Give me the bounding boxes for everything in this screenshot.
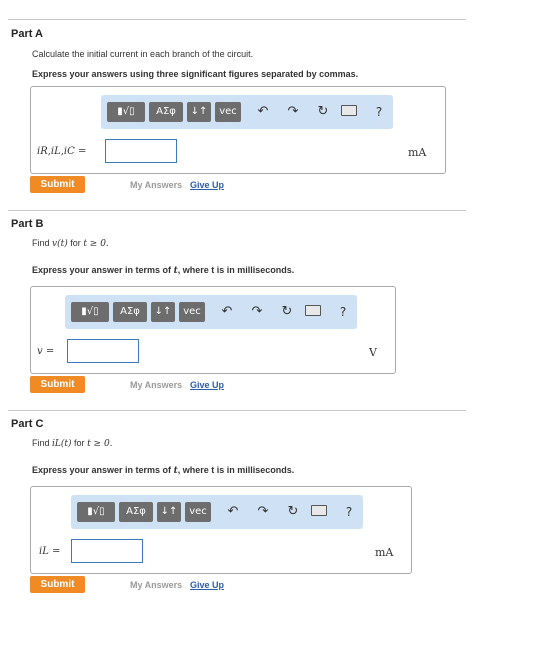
part-c-unit-label: mA bbox=[375, 546, 394, 559]
subscript-superscript-button[interactable]: ↓↑ bbox=[187, 102, 211, 122]
part-b-format-suffix: , where t is in milliseconds. bbox=[177, 265, 295, 275]
part-a-variable-label: iR,iL,iC = bbox=[37, 146, 87, 157]
part-a-give-up-link[interactable]: Give Up bbox=[190, 180, 224, 190]
help-icon[interactable]: ? bbox=[371, 103, 387, 121]
greek-symbols-button[interactable]: ΑΣφ bbox=[119, 502, 153, 522]
part-b-title: Part B bbox=[11, 218, 44, 230]
redo-icon[interactable]: ↷ bbox=[249, 303, 265, 321]
part-b-submit-button[interactable]: Submit bbox=[30, 376, 85, 393]
part-c-format-prefix: Express your answer in terms of bbox=[32, 465, 172, 475]
part-b-unit-label: V bbox=[369, 346, 377, 359]
part-b-answer-box: ▮√▯ ΑΣφ ↓↑ vec ↶ ↷ ↻ ? v = V bbox=[30, 286, 396, 374]
keyboard-icon[interactable] bbox=[341, 103, 357, 121]
undo-icon[interactable]: ↶ bbox=[255, 103, 271, 121]
reset-icon[interactable]: ↻ bbox=[279, 303, 295, 321]
part-c-format-note: Express your answer in terms of t, where… bbox=[32, 465, 294, 476]
keyboard-icon[interactable] bbox=[311, 503, 327, 521]
part-b-format-prefix: Express your answer in terms of bbox=[32, 265, 172, 275]
part-c-title: Part C bbox=[11, 418, 44, 430]
reset-icon[interactable]: ↻ bbox=[315, 103, 331, 121]
part-a-answer-input[interactable] bbox=[105, 139, 177, 163]
redo-icon[interactable]: ↷ bbox=[285, 103, 301, 121]
part-c-answer-input[interactable] bbox=[71, 539, 143, 563]
redo-icon[interactable]: ↷ bbox=[255, 503, 271, 521]
part-c-divider bbox=[8, 410, 466, 411]
fraction-root-button[interactable]: ▮√▯ bbox=[71, 302, 109, 322]
part-a-format-note: Express your answers using three signifi… bbox=[32, 69, 359, 79]
part-c-math-toolbar: ▮√▯ ΑΣφ ↓↑ vec ↶ ↷ ↻ ? bbox=[71, 495, 363, 529]
fraction-root-button[interactable]: ▮√▯ bbox=[107, 102, 145, 122]
part-c-instruction-condition: t ≥ 0. bbox=[87, 439, 113, 449]
part-b-instruction-expr: v(t) bbox=[52, 239, 68, 249]
part-b-format-note: Express your answer in terms of t, where… bbox=[32, 265, 294, 276]
part-b-instruction-condition: t ≥ 0. bbox=[83, 239, 109, 249]
part-b-instruction: Find v(t) for t ≥ 0. bbox=[32, 238, 109, 249]
part-b-answer-input[interactable] bbox=[67, 339, 139, 363]
greek-symbols-button[interactable]: ΑΣφ bbox=[113, 302, 147, 322]
part-c-instruction-for: for bbox=[74, 438, 85, 448]
subscript-superscript-button[interactable]: ↓↑ bbox=[151, 302, 175, 322]
subscript-superscript-button[interactable]: ↓↑ bbox=[157, 502, 181, 522]
part-a-math-toolbar: ▮√▯ ΑΣφ ↓↑ vec ↶ ↷ ↻ ? bbox=[101, 95, 393, 129]
part-c-format-suffix: , where t is in milliseconds. bbox=[177, 465, 295, 475]
undo-icon[interactable]: ↶ bbox=[219, 303, 235, 321]
help-icon[interactable]: ? bbox=[341, 503, 357, 521]
part-b-instruction-for: for bbox=[70, 238, 81, 248]
part-a-divider bbox=[8, 19, 466, 20]
part-c-my-answers-link[interactable]: My Answers bbox=[130, 580, 182, 590]
part-b-variable-label: v = bbox=[37, 346, 55, 357]
reset-icon[interactable]: ↻ bbox=[285, 503, 301, 521]
part-b-math-toolbar: ▮√▯ ΑΣφ ↓↑ vec ↶ ↷ ↻ ? bbox=[65, 295, 357, 329]
part-b-my-answers-link[interactable]: My Answers bbox=[130, 380, 182, 390]
part-c-variable-label: iL = bbox=[39, 546, 61, 557]
help-icon[interactable]: ? bbox=[335, 303, 351, 321]
part-a-title: Part A bbox=[11, 28, 43, 40]
undo-icon[interactable]: ↶ bbox=[225, 503, 241, 521]
part-c-instruction: Find iL(t) for t ≥ 0. bbox=[32, 438, 113, 449]
part-c-instruction-expr: iL(t) bbox=[52, 439, 72, 449]
part-b-instruction-prefix: Find bbox=[32, 238, 50, 248]
vector-button[interactable]: vec bbox=[179, 302, 205, 322]
fraction-root-button[interactable]: ▮√▯ bbox=[77, 502, 115, 522]
vector-button[interactable]: vec bbox=[215, 102, 241, 122]
keyboard-icon[interactable] bbox=[305, 303, 321, 321]
part-c-give-up-link[interactable]: Give Up bbox=[190, 580, 224, 590]
part-c-instruction-prefix: Find bbox=[32, 438, 50, 448]
part-c-answer-box: ▮√▯ ΑΣφ ↓↑ vec ↶ ↷ ↻ ? iL = mA bbox=[30, 486, 412, 574]
part-a-answer-box: ▮√▯ ΑΣφ ↓↑ vec ↶ ↷ ↻ ? iR,iL,iC = mA bbox=[30, 86, 446, 174]
part-a-instruction: Calculate the initial current in each br… bbox=[32, 49, 254, 59]
greek-symbols-button[interactable]: ΑΣφ bbox=[149, 102, 183, 122]
part-b-give-up-link[interactable]: Give Up bbox=[190, 380, 224, 390]
part-a-my-answers-link[interactable]: My Answers bbox=[130, 180, 182, 190]
part-c-submit-button[interactable]: Submit bbox=[30, 576, 85, 593]
part-a-submit-button[interactable]: Submit bbox=[30, 176, 85, 193]
part-a-unit-label: mA bbox=[408, 146, 427, 159]
vector-button[interactable]: vec bbox=[185, 502, 211, 522]
part-b-divider bbox=[8, 210, 466, 211]
